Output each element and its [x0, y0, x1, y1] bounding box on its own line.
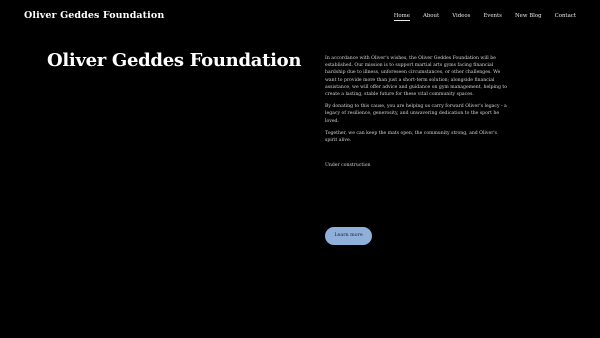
- closing-paragraph: Together, we can keep the mats open, the…: [325, 130, 498, 144]
- nav-item-contact[interactable]: Contact: [555, 13, 576, 21]
- site-title[interactable]: Oliver Geddes Foundation: [24, 10, 164, 21]
- nav-item-events[interactable]: Events: [483, 13, 502, 21]
- content-block: In accordance with Oliver's wishes, the …: [325, 55, 509, 174]
- mission-paragraph: In accordance with Oliver's wishes, the …: [325, 56, 508, 98]
- nav-item-home[interactable]: Home: [393, 13, 410, 21]
- nav-item-about[interactable]: About: [423, 13, 439, 21]
- donation-paragraph: By donating to this cause, you are helpi…: [325, 104, 507, 124]
- site-header: Oliver Geddes Foundation Home About Vide…: [0, 0, 600, 34]
- nav-item-new-blog[interactable]: New Blog: [515, 13, 542, 21]
- construction-note: Under construction: [325, 163, 371, 169]
- nav-item-videos[interactable]: Videos: [452, 13, 470, 21]
- learn-more-button[interactable]: Learn more: [325, 227, 372, 245]
- page-title: Oliver Geddes Foundation: [47, 50, 302, 71]
- main-nav: Home About Videos Events New Blog Contac…: [381, 13, 576, 21]
